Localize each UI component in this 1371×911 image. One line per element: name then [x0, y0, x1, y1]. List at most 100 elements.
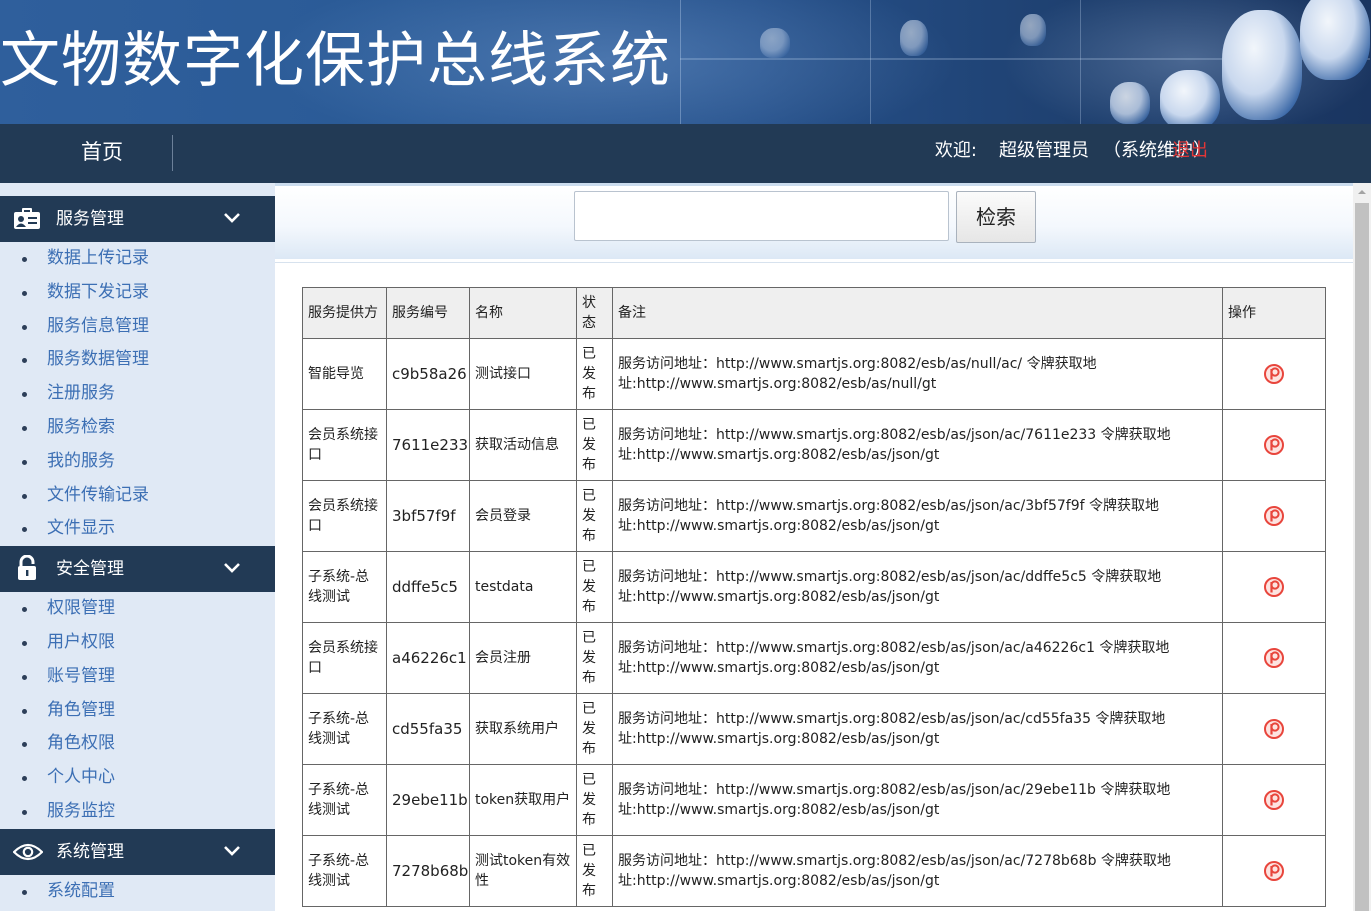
cell-action [1222, 693, 1326, 765]
chevron-down-icon [224, 213, 240, 223]
table-row: 会员系统接口 7611e233 获取活动信息 已发布 服务访问地址：http://www… [302, 409, 1326, 481]
cell-name: 会员登录 [469, 480, 577, 552]
sidebar-group-label: 系统管理 [56, 841, 124, 862]
table-row: 子系统-总线测试 29ebe11b token获取用户 已发布 服务访问地址：http:… [302, 764, 1326, 836]
sidebar-item-my-services[interactable]: 我的服务 [0, 445, 275, 479]
app-title: 文物数字化保护总线系统 [0, 26, 671, 96]
search-input[interactable] [574, 191, 949, 241]
search-bar: 检索 [275, 183, 1353, 263]
sidebar-item-file-display[interactable]: 文件显示 [0, 512, 275, 546]
main-content: 检索 服务提供方 服务编号 名称 状态 备注 操作 智能导览 c9b58a26 测试… [275, 183, 1353, 911]
sidebar-item-profile[interactable]: 个人中心 [0, 761, 275, 795]
cell-code: 3bf57f9f [386, 480, 470, 552]
cell-action [1222, 835, 1326, 907]
view-detail-icon[interactable] [1263, 505, 1285, 527]
cell-action [1222, 764, 1326, 836]
sidebar-item-user-permissions[interactable]: 用户权限 [0, 626, 275, 660]
sidebar-item-register-service[interactable]: 注册服务 [0, 377, 275, 411]
cell-note: 服务访问地址：http://www.smartjs.org:8082/esb/a… [612, 409, 1223, 481]
cell-action [1222, 551, 1326, 623]
sidebar-item-file-transfer-log[interactable]: 文件传输记录 [0, 479, 275, 513]
chevron-down-icon [224, 845, 240, 856]
view-detail-icon[interactable] [1263, 434, 1285, 456]
cell-code: ddffe5c5 [386, 551, 470, 623]
user-name: 超级管理员 [999, 140, 1089, 161]
nav-home-link[interactable]: 首页 [32, 124, 172, 183]
vase-image [1160, 70, 1220, 124]
sidebar-item-roles[interactable]: 角色管理 [0, 694, 275, 728]
id-card-icon [14, 208, 40, 229]
banner-decoration [870, 0, 871, 124]
service-table: 服务提供方 服务编号 名称 状态 备注 操作 智能导览 c9b58a26 测试接口已… [302, 287, 1326, 907]
table-row: 会员系统接口 3bf57f9f 会员登录 已发布 服务访问地址：http://www.s… [302, 480, 1326, 552]
cell-status: 已发布 [576, 835, 613, 907]
column-header-provider: 服务提供方 [302, 287, 387, 339]
table-row: 智能导览 c9b58a26 测试接口 已发布 服务访问地址：http://www.sma… [302, 338, 1326, 410]
view-detail-icon[interactable] [1263, 576, 1285, 598]
nav-divider [172, 135, 173, 171]
view-detail-icon[interactable] [1263, 860, 1285, 882]
sidebar-item-service-monitor[interactable]: 服务监控 [0, 795, 275, 829]
cell-action [1222, 338, 1326, 410]
vase-image [900, 20, 928, 56]
sidebar-item-role-permissions[interactable]: 角色权限 [0, 727, 275, 761]
cell-note: 服务访问地址：http://www.smartjs.org:8082/esb/a… [612, 622, 1223, 694]
cell-status: 已发布 [576, 551, 613, 623]
search-button[interactable]: 检索 [956, 191, 1036, 243]
cell-note: 服务访问地址：http://www.smartjs.org:8082/esb/a… [612, 551, 1223, 623]
cell-name: 会员注册 [469, 622, 577, 694]
sidebar-item-upload-log[interactable]: 数据上传记录 [0, 242, 275, 276]
vase-image [1222, 10, 1302, 120]
vase-image [1300, 0, 1370, 80]
cell-status: 已发布 [576, 622, 613, 694]
cell-provider: 子系统-总线测试 [302, 764, 387, 836]
cell-code: 29ebe11b [386, 764, 470, 836]
cell-status: 已发布 [576, 338, 613, 410]
cell-action [1222, 622, 1326, 694]
vase-image [1110, 82, 1150, 124]
cell-note: 服务访问地址：http://www.smartjs.org:8082/esb/a… [612, 693, 1223, 765]
cell-code: 7278b68b [386, 835, 470, 907]
logout-link[interactable]: 退出 [1172, 124, 1208, 183]
view-detail-icon[interactable] [1263, 647, 1285, 669]
vase-image [760, 28, 790, 58]
table-body: 智能导览 c9b58a26 测试接口 已发布 服务访问地址：http://www.sma… [302, 338, 1326, 907]
sidebar-item-service-search[interactable]: 服务检索 [0, 411, 275, 445]
top-nav: 首页 欢迎: 超级管理员 （系统维护） 退出 [0, 124, 1371, 183]
sidebar-group-service[interactable]: 服务管理 [0, 196, 275, 242]
view-detail-icon[interactable] [1263, 789, 1285, 811]
column-header-name: 名称 [469, 287, 577, 339]
sidebar-group-security[interactable]: 安全管理 [0, 546, 275, 593]
sidebar-item-download-log[interactable]: 数据下发记录 [0, 276, 275, 310]
banner-decoration [1080, 0, 1081, 124]
cell-status: 已发布 [576, 409, 613, 481]
sidebar-item-permissions[interactable]: 权限管理 [0, 592, 275, 626]
sidebar-item-service-info[interactable]: 服务信息管理 [0, 310, 275, 344]
sidebar: 服务管理 数据上传记录 数据下发记录 服务信息管理 服务数据管理 注册服务 服务… [0, 183, 275, 911]
eye-icon [13, 843, 43, 860]
view-detail-icon[interactable] [1263, 363, 1285, 385]
table-header-row: 服务提供方 服务编号 名称 状态 备注 操作 [302, 287, 1326, 339]
column-header-action: 操作 [1222, 287, 1326, 339]
table-row: 会员系统接口 a46226c1 会员注册 已发布 服务访问地址：http://www.s… [302, 622, 1326, 694]
cell-name: 获取活动信息 [469, 409, 577, 481]
cell-action [1222, 409, 1326, 481]
banner-decoration [680, 0, 681, 124]
column-header-note: 备注 [612, 287, 1223, 339]
sidebar-item-system-config[interactable]: 系统配置 [0, 875, 275, 909]
sidebar-group-label: 安全管理 [56, 559, 124, 580]
cell-provider: 子系统-总线测试 [302, 693, 387, 765]
sidebar-item-accounts[interactable]: 账号管理 [0, 660, 275, 694]
sidebar-group-system[interactable]: 系统管理 [0, 828, 275, 875]
sidebar-item-service-data[interactable]: 服务数据管理 [0, 343, 275, 377]
scrollbar-thumb[interactable] [1355, 203, 1369, 911]
view-detail-icon[interactable] [1263, 718, 1285, 740]
column-header-code: 服务编号 [386, 287, 470, 339]
cell-code: cd55fa35 [386, 693, 470, 765]
vertical-scrollbar[interactable] [1353, 183, 1371, 911]
chevron-down-icon [224, 563, 240, 574]
cell-note: 服务访问地址：http://www.smartjs.org:8082/esb/a… [612, 338, 1223, 410]
table-row: 子系统-总线测试 cd55fa35 获取系统用户 已发布 服务访问地址：http://w… [302, 693, 1326, 765]
scroll-up-arrow-icon[interactable] [1353, 183, 1371, 201]
